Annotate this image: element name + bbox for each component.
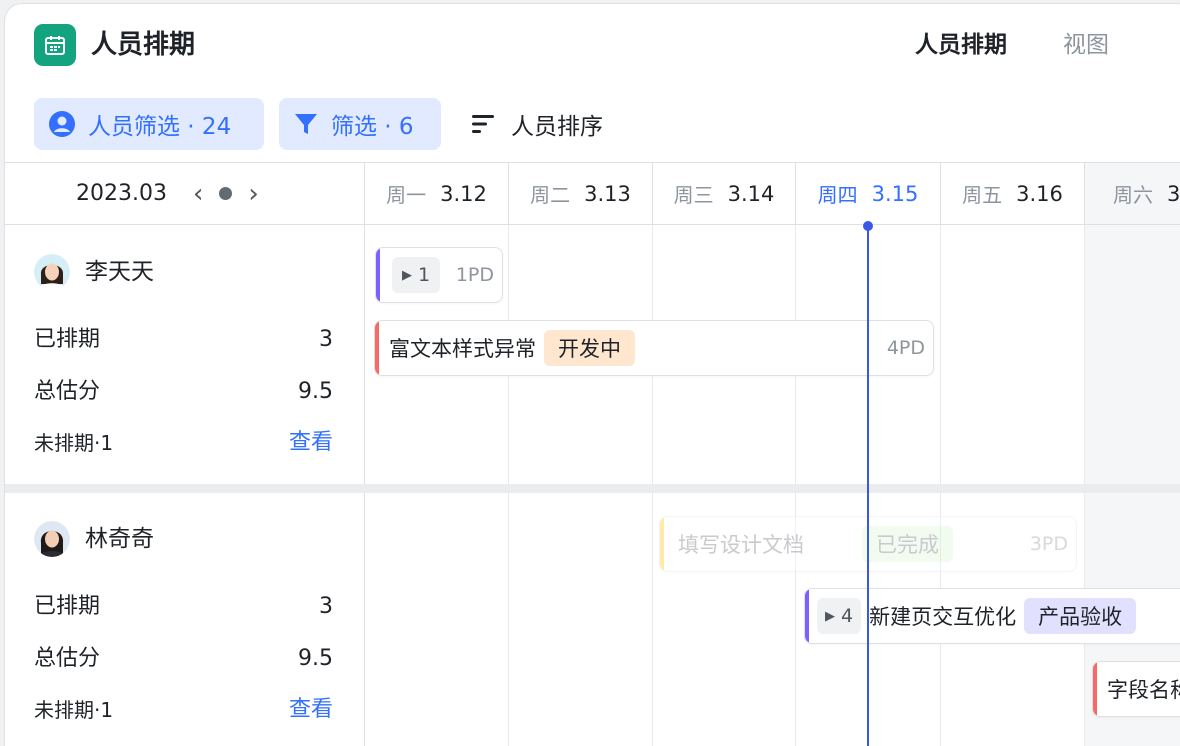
people-sort-button[interactable]: 人员排序 — [471, 98, 603, 150]
unscheduled-label: 未排期·1 — [34, 431, 114, 455]
expand-tasks-button[interactable]: ▶ 4 — [817, 598, 862, 634]
task-accent — [375, 321, 379, 375]
view-unscheduled-link[interactable]: 查看 — [289, 427, 333, 459]
tab-view[interactable]: 视图 — [1063, 26, 1109, 64]
scheduled-label: 已排期 — [34, 594, 101, 619]
weekday-label: 周四 — [817, 183, 858, 207]
chevron-right-icon[interactable]: › — [248, 181, 258, 207]
date-label: 3.16 — [1016, 181, 1063, 206]
filter-label: 筛选 · 6 — [331, 114, 414, 140]
app-window: 人员排期 人员排期 视图 人员筛选 · 24 筛选 · 6 人员排序 2023.… — [4, 3, 1180, 746]
play-triangle-icon: ▶ — [825, 608, 835, 624]
avatar — [34, 254, 70, 290]
task-status-tag: 已完成 — [862, 526, 953, 562]
total-score-value: 9.5 — [298, 646, 333, 671]
person-name: 林奇奇 — [85, 526, 154, 552]
collapsed-count: 4 — [841, 605, 854, 627]
current-month: 2023.03 — [76, 181, 167, 206]
view-unscheduled-link[interactable]: 查看 — [289, 694, 333, 726]
funnel-icon — [295, 114, 317, 134]
people-column-divider — [364, 163, 365, 746]
day-header-wed: 周三 3.14 — [653, 163, 796, 224]
tab-people-schedule[interactable]: 人员排期 — [915, 26, 1007, 64]
page-title: 人员排期 — [91, 30, 196, 60]
today-indicator-dot — [863, 221, 873, 231]
avatar-female-icon — [34, 521, 70, 557]
day-header-tue: 周二 3.13 — [509, 163, 653, 224]
calendar-app-icon — [34, 24, 76, 66]
date-label: 3.14 — [727, 181, 775, 206]
avatar-female-icon — [34, 254, 70, 290]
play-triangle-icon: ▶ — [402, 267, 412, 283]
weekday-label: 周一 — [386, 183, 427, 207]
date-label: 3.15 — [871, 181, 919, 206]
day-header-fri: 周五 3.16 — [941, 163, 1085, 224]
chevron-left-icon[interactable]: ‹ — [193, 181, 203, 207]
task-title: 填写设计文档 — [678, 533, 804, 557]
task-bar[interactable]: ▶ 4 新建页交互优化 产品验收 — [804, 588, 1180, 644]
weekday-label: 周三 — [673, 183, 714, 207]
today-indicator-line — [867, 226, 869, 746]
task-accent — [805, 589, 809, 643]
people-filter-label: 人员筛选 · 24 — [88, 114, 232, 140]
date-label: 3.17 — [1167, 181, 1180, 206]
collapsed-count: 1 — [418, 264, 431, 286]
collapsed-task-group[interactable]: ▶ 1 1PD — [375, 247, 503, 303]
avatar — [34, 521, 70, 557]
unscheduled-label: 未排期·1 — [34, 698, 114, 722]
people-filter-button[interactable]: 人员筛选 · 24 — [34, 98, 264, 150]
filter-button[interactable]: 筛选 · 6 — [279, 98, 441, 150]
task-accent — [1093, 662, 1097, 716]
day-header-thu-today: 周四 3.15 — [796, 163, 941, 224]
task-accent — [660, 517, 664, 571]
weekday-label: 周五 — [962, 183, 1003, 207]
task-title: 富文本样式异常 — [389, 337, 536, 361]
total-score-label: 总估分 — [34, 379, 101, 404]
scheduled-count: 3 — [319, 327, 333, 352]
task-accent — [376, 248, 380, 302]
expand-tasks-button[interactable]: ▶ 1 — [392, 257, 441, 293]
day-header-mon: 周一 3.12 — [365, 163, 509, 224]
person-name: 李天天 — [85, 259, 154, 285]
calendar-icon — [45, 36, 65, 55]
task-bar[interactable]: 富文本样式异常 开发中 4PD — [374, 320, 934, 376]
task-status-tag: 产品验收 — [1024, 598, 1137, 634]
today-dot-button[interactable] — [219, 187, 233, 200]
task-status-tag: 开发中 — [544, 330, 635, 366]
person-row-separator — [5, 484, 1180, 493]
grid-header-divider — [5, 224, 1180, 225]
day-header-sat: 周六 3.17 — [1085, 163, 1180, 224]
task-title: 字段名称 — [1107, 678, 1180, 702]
total-score-value: 9.5 — [298, 379, 333, 404]
scheduled-label: 已排期 — [34, 327, 101, 352]
task-person-days: 1PD — [455, 264, 494, 286]
month-navigator: 2023.03 ‹ › — [5, 163, 364, 224]
task-person-days: 3PD — [1029, 533, 1068, 555]
sort-lines-icon — [472, 115, 494, 133]
people-sort-label: 人员排序 — [511, 114, 603, 140]
date-label: 3.12 — [440, 181, 487, 206]
task-person-days: 4PD — [886, 337, 925, 359]
date-label: 3.13 — [584, 181, 631, 206]
total-score-label: 总估分 — [34, 646, 101, 671]
task-title: 新建页交互优化 — [869, 605, 1017, 629]
scheduled-count: 3 — [319, 594, 333, 619]
user-circle-icon — [49, 111, 75, 137]
weekday-label: 周二 — [530, 183, 571, 207]
weekday-label: 周六 — [1113, 183, 1153, 207]
task-bar[interactable]: 字段名称 — [1092, 661, 1180, 717]
